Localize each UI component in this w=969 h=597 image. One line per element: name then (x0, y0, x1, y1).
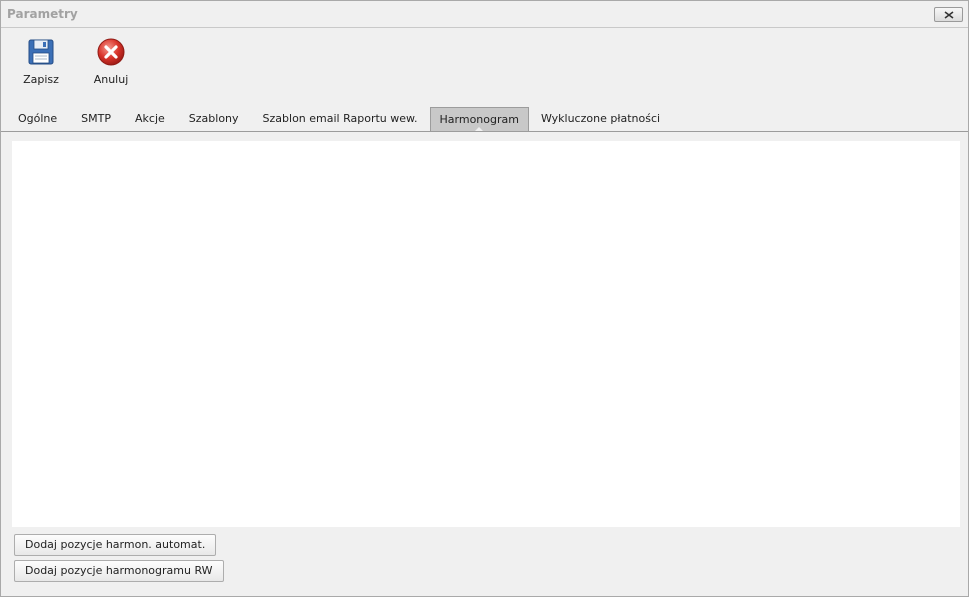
tab-szablony[interactable]: Szablony (177, 107, 251, 131)
cancel-x-icon (97, 38, 125, 66)
tab-szablon-email-raportu[interactable]: Szablon email Raportu wew. (251, 107, 430, 131)
close-icon (944, 10, 953, 19)
tab-ogolne[interactable]: Ogólne (6, 107, 69, 131)
tab-wykluczone-platnosci[interactable]: Wykluczone płatności (529, 107, 672, 131)
tab-akcje[interactable]: Akcje (123, 107, 177, 131)
tab-harmonogram[interactable]: Harmonogram (429, 107, 529, 133)
tab-harmonogram-label: Harmonogram (439, 113, 519, 126)
close-button[interactable] (934, 7, 963, 22)
tab-divider (1, 131, 968, 132)
save-button[interactable]: Zapisz (11, 37, 71, 91)
active-tab-notch (473, 127, 486, 133)
schedule-content-area[interactable] (12, 141, 960, 527)
cancel-button[interactable]: Anuluj (81, 37, 141, 91)
floppy-disk-icon (28, 39, 54, 65)
cancel-button-label: Anuluj (93, 73, 129, 86)
parameters-window: Parametry Zapisz Anuluj Ogólne SMTP Akcj… (0, 0, 969, 597)
window-title: Parametry (7, 7, 78, 21)
tab-smtp[interactable]: SMTP (69, 107, 123, 131)
save-button-label: Zapisz (23, 73, 59, 86)
add-rw-schedule-button[interactable]: Dodaj pozycje harmonogramu RW (14, 560, 224, 582)
tab-strip: Ogólne SMTP Akcje Szablony Szablon email… (6, 107, 672, 133)
title-bar: Parametry (1, 1, 968, 28)
add-auto-schedule-button[interactable]: Dodaj pozycje harmon. automat. (14, 534, 217, 556)
